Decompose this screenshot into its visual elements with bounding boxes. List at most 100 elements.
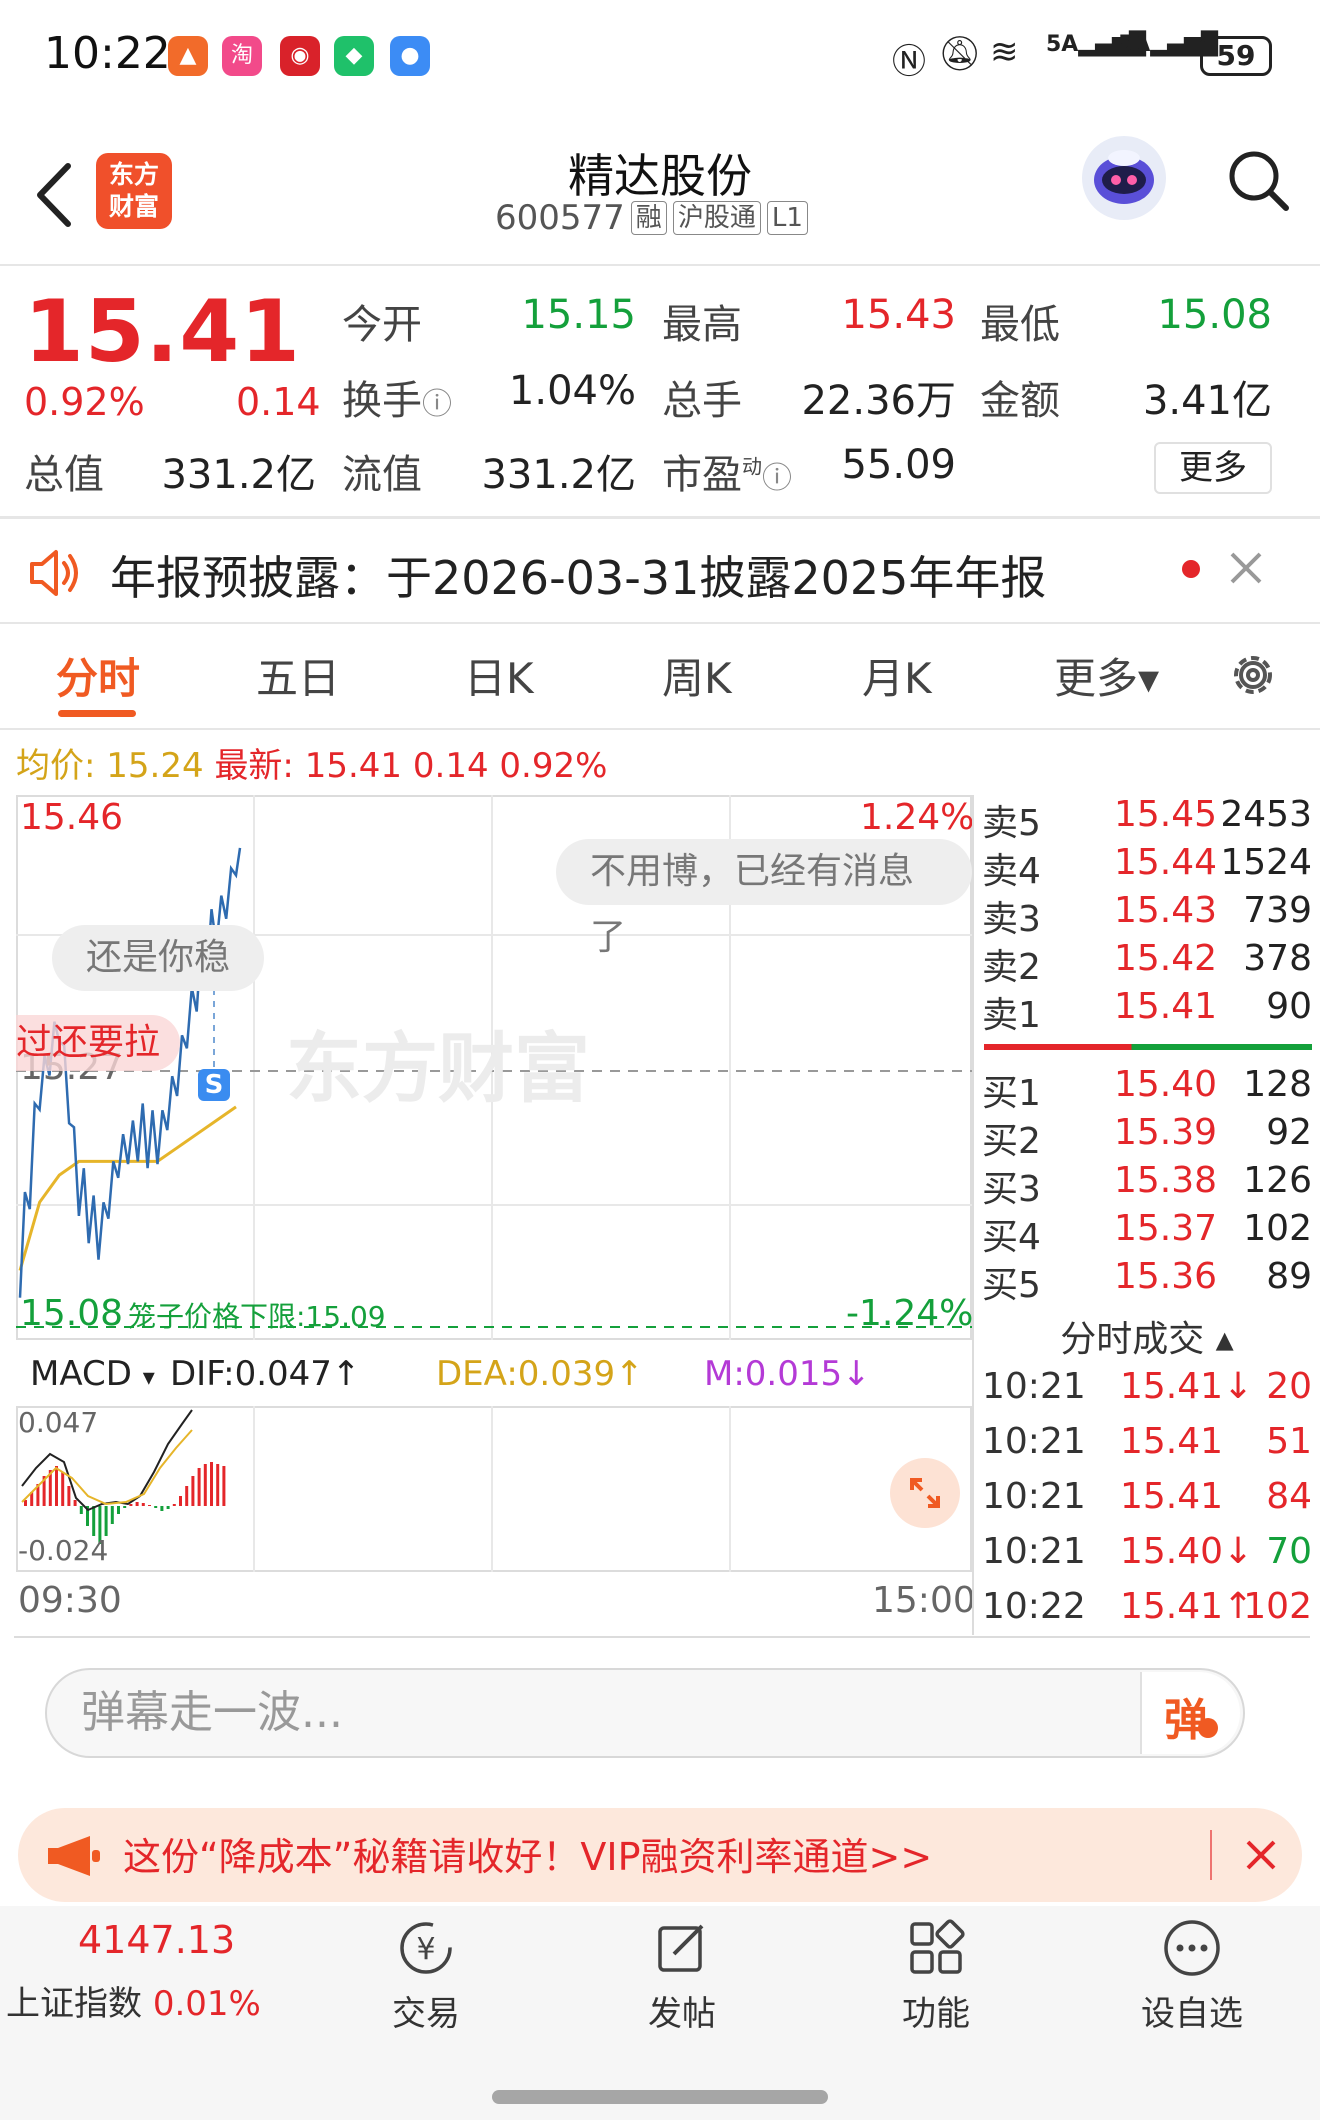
bid-row[interactable]: 买1 15.40 128 — [982, 1064, 1312, 1114]
ask-row[interactable]: 卖3 15.43 739 — [982, 890, 1312, 940]
home-indicator[interactable] — [492, 2090, 828, 2104]
pe-label[interactable]: 市盈动ⓘ — [662, 442, 792, 500]
change-percent: 0.92% — [24, 380, 145, 424]
nav-post[interactable]: 发帖 — [602, 1916, 762, 2035]
bid-row[interactable]: 买4 15.37 102 — [982, 1208, 1312, 1258]
macd-bar — [129, 1504, 133, 1506]
level-price: 15.44 — [1114, 842, 1218, 883]
trade-time: 10:21 — [982, 1421, 1086, 1462]
level-label: 买3 — [982, 1169, 1041, 1210]
bid-row[interactable]: 买2 15.39 92 — [982, 1112, 1312, 1162]
nav-functions-label: 功能 — [902, 1994, 970, 2034]
trade-price: 15.41↑ — [1120, 1586, 1254, 1627]
tab-more[interactable]: 更多▾ — [1054, 645, 1159, 706]
trades-header[interactable]: 分时成交 ▴ — [982, 1310, 1312, 1362]
trade-price: 15.40↓ — [1120, 1531, 1254, 1572]
level-tag: L1 — [766, 201, 808, 235]
header-divider — [0, 264, 1320, 266]
volume-value: 22.36万 — [801, 378, 956, 424]
bank-icon: ◉ — [280, 36, 320, 76]
stock-meta: 600577 融 沪股通 L1 — [495, 198, 808, 238]
float-cap-label: 流值 — [342, 452, 422, 498]
macd-bar — [179, 1496, 182, 1506]
sell-marker[interactable]: S — [198, 1069, 230, 1101]
search-icon[interactable] — [1226, 148, 1292, 214]
close-icon[interactable] — [1228, 550, 1264, 586]
settings-gear-icon[interactable] — [1226, 648, 1280, 702]
amount-label: 金额 — [980, 378, 1060, 424]
check-badge-icon — [1198, 1718, 1218, 1738]
nav-add-watchlist[interactable]: 设自选 — [1112, 1916, 1272, 2035]
nav-trade[interactable]: ¥ 交易 — [346, 1916, 506, 2035]
trade-volume: 51 — [1266, 1421, 1312, 1462]
order-book-ratio-bar — [984, 1044, 1312, 1050]
level-price: 15.42 — [1114, 938, 1218, 979]
dif-value: DIF:0.047↑ — [170, 1354, 361, 1394]
nfc-icon: Ⓝ — [892, 42, 926, 82]
macd-bar — [135, 1502, 139, 1506]
macd-bar — [104, 1506, 108, 1536]
more-quote-button[interactable]: 更多 — [1154, 442, 1272, 494]
tab-weekly-k[interactable]: 周K — [662, 645, 732, 706]
float-cap-value: 331.2亿 — [481, 452, 636, 498]
macd-bar — [73, 1500, 77, 1506]
tab-five-day[interactable]: 五日 — [256, 645, 340, 706]
ai-assistant-icon[interactable] — [1082, 136, 1166, 220]
level-volume: 126 — [1243, 1160, 1312, 1201]
macd-bar — [197, 1468, 201, 1506]
shield-app-icon: ◆ — [334, 36, 374, 76]
svg-text:¥: ¥ — [416, 1932, 435, 1967]
notice-bar[interactable]: 年报预披露：于2026-03-31披露2025年年报 — [0, 520, 1320, 624]
margin-tag: 融 — [630, 201, 667, 235]
ask-row[interactable]: 卖4 15.44 1524 — [982, 842, 1312, 892]
trade-row: 10:21 15.41 51 — [982, 1421, 1312, 1471]
trade-volume: 102 — [1243, 1586, 1312, 1627]
level-volume: 739 — [1243, 890, 1312, 931]
ask-row[interactable]: 卖5 15.45 2453 — [982, 794, 1312, 844]
bid-row[interactable]: 买3 15.38 126 — [982, 1160, 1312, 1210]
low-value: 15.08 — [1157, 292, 1272, 338]
amount-value: 3.41亿 — [1142, 378, 1272, 424]
level-volume: 128 — [1243, 1064, 1312, 1105]
level-label: 买5 — [982, 1265, 1041, 1306]
macd-bar — [191, 1476, 195, 1506]
turnover-label[interactable]: 换手ⓘ — [342, 368, 452, 426]
danmu-bubble-3: 过还要拉 — [16, 1015, 181, 1071]
time-start: 09:30 — [18, 1580, 122, 1621]
promo-close-icon[interactable] — [1244, 1838, 1278, 1872]
watermark: 东方财富 — [286, 1027, 590, 1112]
nav-functions[interactable]: 功能 — [856, 1916, 1016, 2035]
ask-row[interactable]: 卖1 15.41 90 — [982, 986, 1312, 1036]
tab-intraday[interactable]: 分时 — [56, 645, 140, 706]
macd-header: MACD ▾ DIF:0.047↑ DEA:0.039↑ M:0.015↓ — [16, 1346, 972, 1406]
index-value[interactable]: 4147.13 — [78, 1918, 235, 1962]
pct-min-label: -1.24% — [846, 1293, 974, 1334]
nav-trade-label: 交易 — [392, 1994, 460, 2034]
open-value: 15.15 — [521, 292, 636, 338]
turnover-value: 1.04% — [508, 368, 636, 414]
tab-daily-k[interactable]: 日K — [464, 645, 534, 706]
intraday-chart[interactable]: 东方财富 15.46 15.27 15.08 1.24% -1.24% 笼子价格… — [16, 795, 974, 1340]
bid-row[interactable]: 买5 15.36 89 — [982, 1256, 1312, 1306]
macd-chart[interactable]: 0.047 -0.024 — [16, 1406, 972, 1572]
dropdown-icon: ▾ — [142, 1363, 155, 1391]
avg-price-info: 均价: 15.24 最新: 15.41 0.14 0.92% — [16, 738, 607, 787]
macd-bar — [222, 1466, 226, 1506]
danmu-send-button[interactable]: 弹 — [1140, 1672, 1240, 1754]
nav-post-label: 发帖 — [648, 1994, 716, 2034]
last-price: 15.41 — [24, 282, 302, 382]
more-dots-icon — [1164, 1920, 1220, 1976]
macd-selector[interactable]: MACD ▾ — [30, 1354, 155, 1394]
tabs-divider — [0, 728, 1320, 730]
ask-row[interactable]: 卖2 15.42 378 — [982, 938, 1312, 988]
level-price: 15.39 — [1114, 1112, 1218, 1153]
level-label: 买4 — [982, 1217, 1041, 1258]
expand-icon[interactable] — [890, 1458, 960, 1528]
macd-grid — [253, 1406, 731, 1572]
index-label[interactable]: 上证指数 0.01% — [6, 1976, 261, 2025]
trade-volume: 84 — [1266, 1476, 1312, 1517]
open-label: 今开 — [342, 302, 422, 348]
promo-banner[interactable]: 这份“降成本”秘籍请收好！VIP融资利率通道>> — [18, 1808, 1302, 1902]
tab-monthly-k[interactable]: 月K — [862, 645, 932, 706]
danmu-input[interactable]: 弹幕走一波... — [45, 1668, 1245, 1758]
